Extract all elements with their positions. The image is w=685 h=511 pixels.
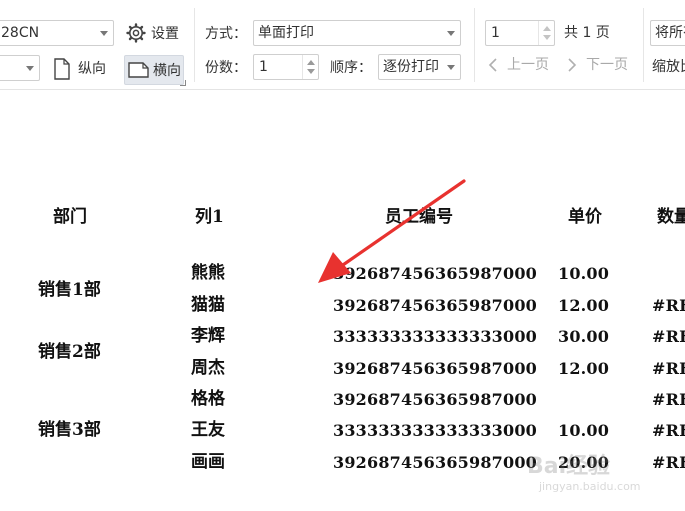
copies-label: 份数： <box>205 60 247 76</box>
employee-id-cell: 392687456365987000 <box>333 296 537 315</box>
order-label: 顺序： <box>330 60 372 76</box>
baidu-jingyan-watermark: Bai经验 jingyan.baidu.com <box>527 446 685 506</box>
order-select-value: 逐份打印 <box>383 59 439 75</box>
mode-select-value: 单面打印 <box>258 25 314 41</box>
quantity-cell: #REF <box>652 421 685 440</box>
name-cell: 猫猫 <box>191 295 225 315</box>
landscape-button[interactable]: 横向 <box>124 55 184 85</box>
employee-id-cell: 392687456365987000 <box>333 453 537 472</box>
chevron-right-icon <box>568 58 577 72</box>
chevron-up-icon[interactable] <box>307 60 315 65</box>
settings-button[interactable]: 设置 <box>124 22 186 46</box>
paper-size-select[interactable] <box>0 55 40 81</box>
copies-stepper-arrows[interactable] <box>302 55 318 79</box>
chevron-down-icon[interactable] <box>543 35 551 40</box>
header-unit-price: 单价 <box>568 207 602 227</box>
group-corner-mark <box>180 80 186 86</box>
next-page-label: 下一页 <box>586 57 628 73</box>
scale-label: 缩放比 <box>652 59 685 75</box>
chevron-down-icon <box>100 31 108 36</box>
next-page-button[interactable]: 下一页 <box>564 54 634 78</box>
header-column1: 列1 <box>195 207 224 227</box>
print-preview-toolbar: 28CN 设置 纵向 横向 方式： 单面打印 份数： 1 顺序： 逐份打印 1 … <box>0 0 685 90</box>
department-cell: 销售3部 <box>38 420 101 440</box>
prev-page-label: 上一页 <box>507 57 549 73</box>
copies-value: 1 <box>259 59 268 75</box>
employee-id-cell: 392687456365987000 <box>333 390 537 409</box>
chevron-down-icon <box>447 65 455 70</box>
printer-select-value: 28CN <box>1 25 40 41</box>
total-pages-text: 共 1 页 <box>564 25 610 41</box>
employee-id-cell: 333333333333333000 <box>333 327 537 346</box>
scale-select[interactable]: 将所有 <box>650 20 685 46</box>
order-select[interactable]: 逐份打印 <box>378 54 461 80</box>
scale-select-value: 将所有 <box>655 25 685 41</box>
chevron-down-icon <box>26 66 34 71</box>
portrait-label: 纵向 <box>78 61 106 77</box>
name-cell: 周杰 <box>191 358 225 378</box>
page-number-stepper[interactable]: 1 <box>485 20 555 46</box>
name-cell: 画画 <box>191 452 225 472</box>
quantity-cell: #REF <box>652 359 685 378</box>
landscape-label: 横向 <box>153 63 181 79</box>
unit-price-cell: 10.00 <box>558 421 610 440</box>
chevron-down-icon <box>447 31 455 36</box>
unit-price-cell: 10.00 <box>558 264 610 283</box>
annotation-arrow-icon <box>318 179 466 283</box>
mode-label: 方式： <box>205 26 247 42</box>
name-cell: 格格 <box>191 389 225 409</box>
prev-page-button[interactable]: 上一页 <box>485 54 555 78</box>
name-cell: 熊熊 <box>191 263 225 283</box>
department-cell: 销售2部 <box>38 342 101 362</box>
gear-icon <box>126 23 146 43</box>
unit-price-cell: 12.00 <box>558 296 610 315</box>
settings-label: 设置 <box>151 26 179 42</box>
watermark-url: jingyan.baidu.com <box>539 480 641 493</box>
header-department: 部门 <box>53 207 87 227</box>
mode-select[interactable]: 单面打印 <box>253 20 461 46</box>
chevron-up-icon[interactable] <box>543 26 551 31</box>
quantity-cell: #REF <box>652 296 685 315</box>
name-cell: 李辉 <box>191 326 225 346</box>
portrait-button[interactable]: 纵向 <box>50 55 114 85</box>
page-stepper-arrows[interactable] <box>538 21 554 45</box>
employee-id-cell: 333333333333333000 <box>333 421 537 440</box>
department-cell: 销售1部 <box>38 280 101 300</box>
toolbar-separator <box>194 8 195 82</box>
copies-stepper[interactable]: 1 <box>253 54 319 80</box>
name-cell: 王友 <box>191 420 225 440</box>
landscape-page-icon <box>128 62 149 78</box>
unit-price-cell: 30.00 <box>558 327 610 346</box>
quantity-cell: #REF <box>652 390 685 409</box>
quantity-cell: #REF <box>652 327 685 346</box>
page-number-value: 1 <box>491 25 500 41</box>
employee-id-cell: 392687456365987000 <box>333 359 537 378</box>
chevron-down-icon[interactable] <box>307 69 315 74</box>
toolbar-separator <box>643 8 644 82</box>
toolbar-separator <box>474 8 475 82</box>
unit-price-cell: 12.00 <box>558 359 610 378</box>
portrait-page-icon <box>54 58 70 80</box>
header-quantity: 数量 <box>657 207 685 227</box>
chevron-left-icon <box>488 58 497 72</box>
printer-select[interactable]: 28CN <box>0 20 114 46</box>
watermark-brand: Bai经验 <box>527 454 611 479</box>
